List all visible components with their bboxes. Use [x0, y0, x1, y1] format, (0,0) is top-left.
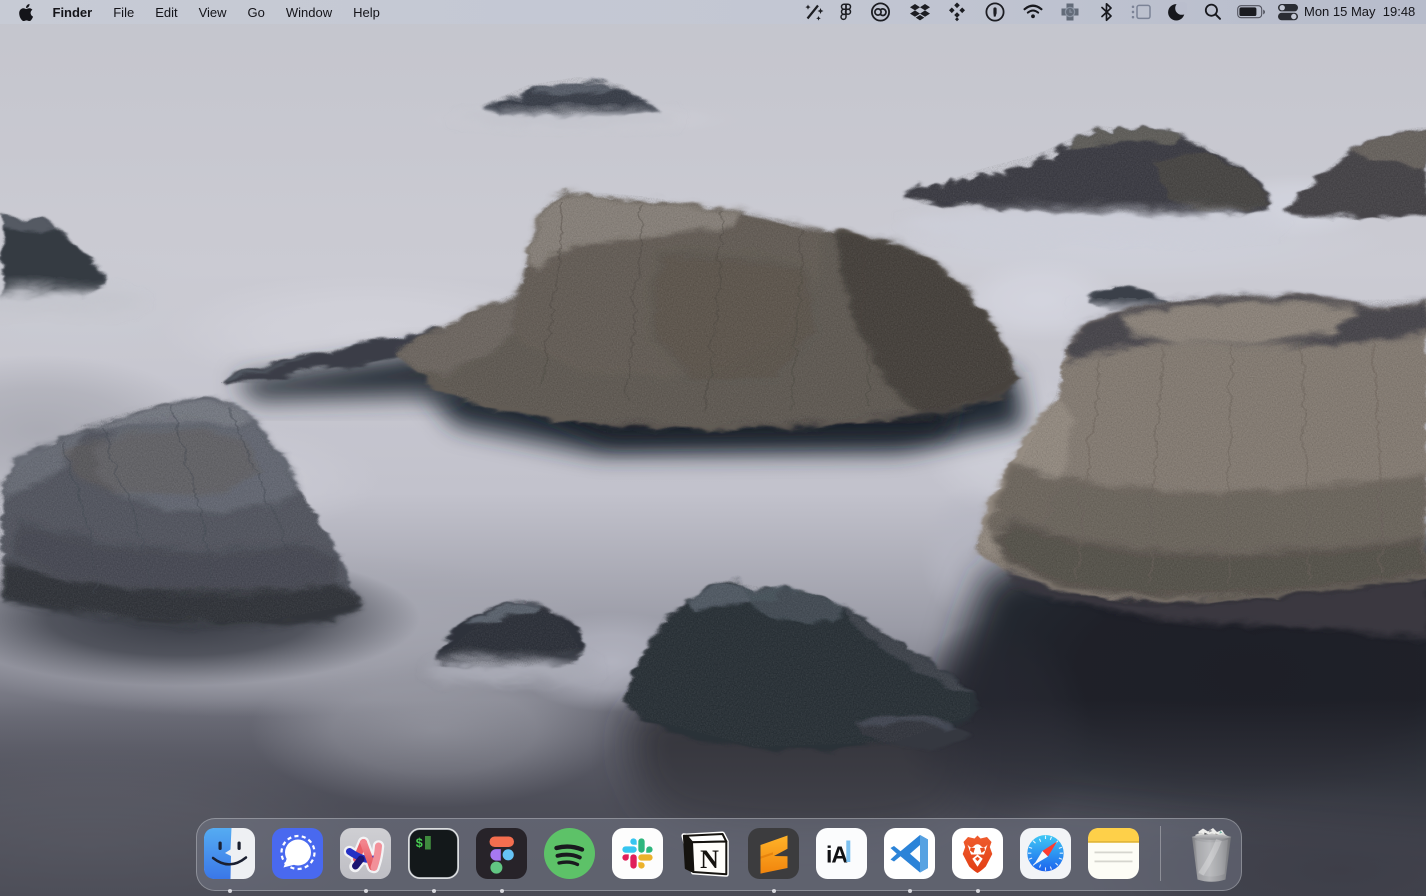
svg-text:$: $: [416, 837, 424, 851]
svg-text:iA: iA: [826, 842, 847, 868]
svg-text:N: N: [700, 845, 719, 874]
